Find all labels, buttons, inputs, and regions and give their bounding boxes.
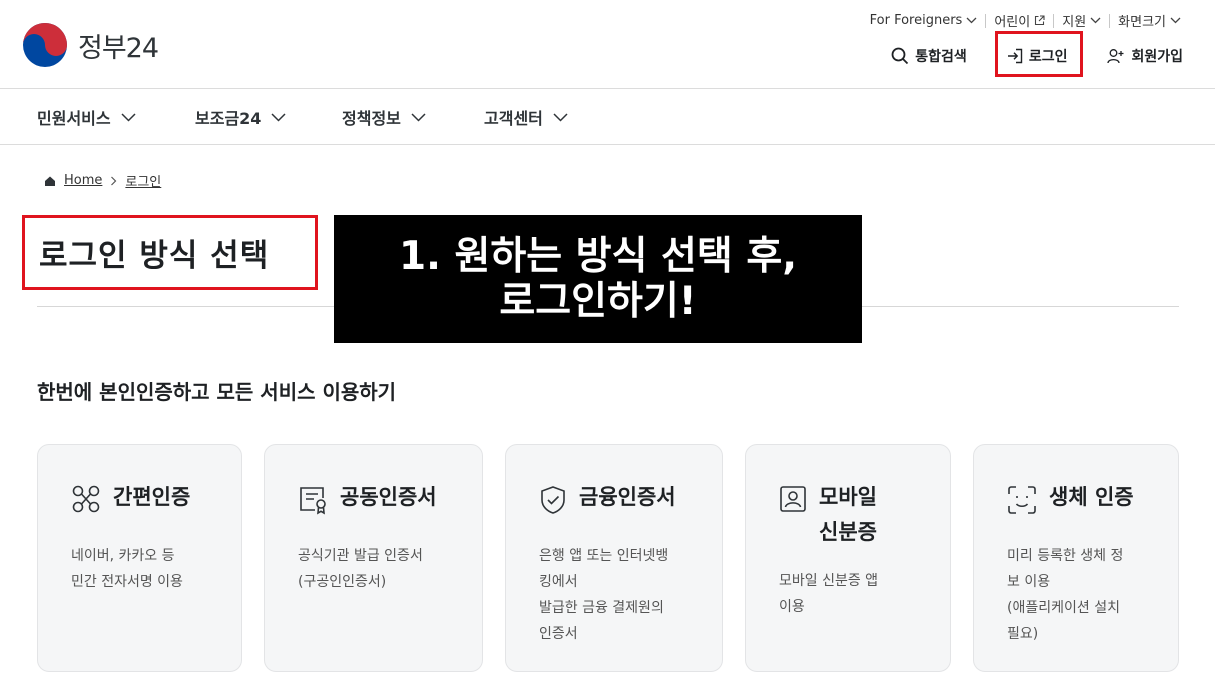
chevron-down-icon	[966, 17, 977, 24]
nav-label: 보조금24	[195, 109, 262, 128]
chevron-down-icon	[1170, 17, 1181, 24]
nav-label: 정책정보	[342, 109, 401, 128]
utility-menu: For Foreigners 어린이 지원 화면크기	[862, 11, 1189, 30]
card-biometric-auth[interactable]: 생체 인증 미리 등록한 생체 정 보 이용 (애플리케이션 설치 필요)	[973, 444, 1179, 672]
card-joint-certificate[interactable]: 공동인증서 공식기관 발급 인증서 (구공인인증서)	[264, 444, 483, 672]
card-title: 모바일 신분증	[819, 485, 877, 544]
signup-button[interactable]: 회원가입	[1107, 44, 1183, 68]
chevron-right-icon	[111, 176, 117, 185]
section-heading: 한번에 본인인증하고 모든 서비스 이용하기	[37, 380, 397, 404]
id-card-icon	[780, 486, 806, 512]
search-icon	[891, 47, 909, 65]
nodes-icon	[72, 485, 100, 513]
chevron-down-icon	[271, 112, 286, 122]
nav-item-customer-center[interactable]: 고객센터	[484, 105, 568, 129]
card-mobile-id[interactable]: 모바일 신분증 모바일 신분증 앱 이용	[745, 444, 951, 672]
card-title: 간편인증	[113, 485, 191, 509]
login-button[interactable]: 로그인	[994, 31, 1083, 77]
overlay-line-2: 로그인하기!	[499, 279, 697, 324]
util-label: 화면크기	[1118, 15, 1166, 30]
kids-link[interactable]: 어린이	[986, 11, 1053, 30]
page-title: 로그인 방식 선택	[22, 215, 318, 290]
integrated-search-button[interactable]: 통합검색	[891, 44, 967, 68]
nav-label: 고객센터	[484, 109, 543, 128]
card-description: 네이버, 카카오 등 민간 전자서명 이용	[71, 548, 183, 590]
chevron-down-icon	[553, 112, 568, 122]
card-description: 은행 앱 또는 인터넷뱅 킹에서 발급한 금융 결제원의 인증서	[539, 548, 669, 642]
taegeuk-logo-icon	[23, 23, 67, 67]
chevron-down-icon	[411, 112, 426, 122]
util-label: 지원	[1062, 15, 1087, 30]
util-label: 어린이	[994, 15, 1031, 30]
card-simple-auth[interactable]: 간편인증 네이버, 카카오 등 민간 전자서명 이용	[37, 444, 242, 672]
login-label: 로그인	[1028, 49, 1068, 65]
nav-item-civil-service[interactable]: 민원서비스	[37, 105, 136, 129]
overlay-line-1: 1. 원하는 방식 선택 후,	[398, 233, 798, 279]
card-financial-certificate[interactable]: 금융인증서 은행 앱 또는 인터넷뱅 킹에서 발급한 금융 결제원의 인증서	[505, 444, 723, 672]
login-icon	[1007, 48, 1023, 64]
card-title: 금융인증서	[579, 485, 676, 509]
breadcrumb-home[interactable]: Home	[64, 173, 102, 188]
signup-label: 회원가입	[1131, 49, 1183, 65]
shield-check-icon	[541, 486, 565, 514]
header-actions: 통합검색 로그인 회원가입	[891, 31, 1183, 77]
nav-item-subsidy24[interactable]: 보조금24	[195, 105, 286, 129]
external-link-icon	[1035, 15, 1045, 26]
face-scan-icon	[1008, 486, 1036, 514]
card-title: 공동인증서	[340, 485, 437, 509]
breadcrumb-current[interactable]: 로그인	[125, 171, 161, 190]
support-menu[interactable]: 지원	[1054, 11, 1109, 30]
card-title: 생체 인증	[1049, 485, 1134, 509]
screen-size-menu[interactable]: 화면크기	[1110, 11, 1189, 30]
nav-label: 민원서비스	[37, 109, 111, 128]
instruction-overlay: 1. 원하는 방식 선택 후, 로그인하기!	[334, 215, 862, 343]
search-label: 통합검색	[915, 49, 967, 65]
user-add-icon	[1107, 49, 1124, 64]
card-description: 공식기관 발급 인증서 (구공인인증서)	[298, 548, 423, 590]
main-nav: 민원서비스 보조금24 정책정보 고객센터	[0, 88, 1215, 145]
chevron-down-icon	[121, 112, 136, 122]
card-description: 미리 등록한 생체 정 보 이용 (애플리케이션 설치 필요)	[1007, 548, 1124, 642]
breadcrumb: Home 로그인	[44, 171, 161, 190]
util-label: For Foreigners	[869, 13, 963, 28]
for-foreigners-link[interactable]: For Foreigners	[862, 13, 986, 28]
site-header: 정부24 For Foreigners 어린이 지원 화면크기 통합검색 로그인…	[0, 0, 1215, 89]
logo-text: 정부24	[78, 32, 159, 64]
certificate-icon	[300, 487, 326, 515]
card-description: 모바일 신분증 앱 이용	[779, 573, 879, 615]
nav-item-policy-info[interactable]: 정책정보	[342, 105, 426, 129]
chevron-down-icon	[1090, 17, 1101, 24]
gov24-logo[interactable]: 정부24	[22, 22, 159, 68]
home-icon	[45, 176, 55, 186]
